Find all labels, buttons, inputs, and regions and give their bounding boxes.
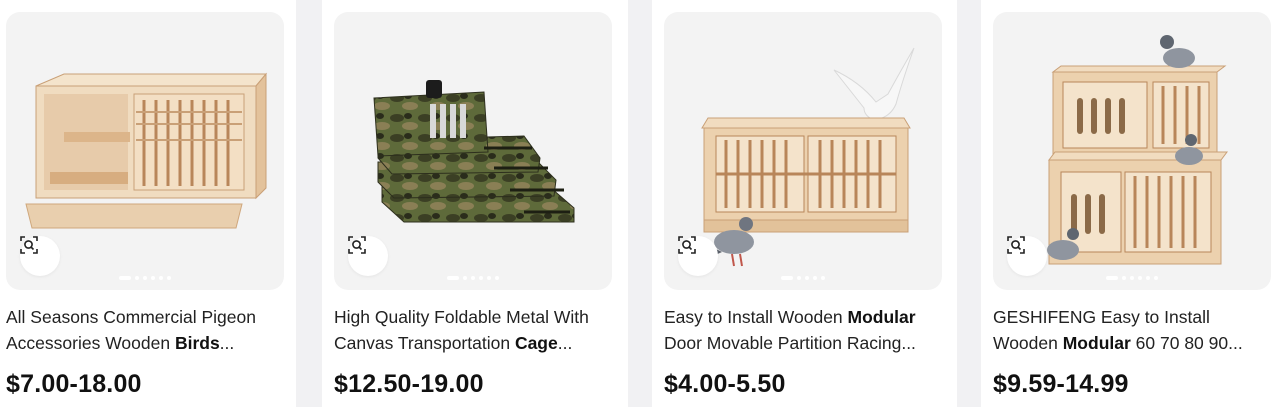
image-search-icon[interactable] bbox=[348, 236, 388, 276]
product-image[interactable] bbox=[664, 12, 942, 290]
product-price: $4.00-5.50 bbox=[664, 370, 786, 398]
product-title[interactable]: High Quality Foldable Metal With Canvas … bbox=[334, 304, 616, 356]
product-image[interactable] bbox=[6, 12, 284, 290]
product-card[interactable]: High Quality Foldable Metal With Canvas … bbox=[322, 0, 628, 407]
product-card[interactable]: GESHIFENG Easy to Install Wooden Modular… bbox=[981, 0, 1280, 407]
image-search-icon[interactable] bbox=[20, 236, 60, 276]
product-price: $9.59-14.99 bbox=[993, 370, 1129, 398]
product-grid: All Seasons Commercial Pigeon Accessorie… bbox=[0, 0, 1280, 407]
product-card[interactable]: Easy to Install Wooden Modular Door Mova… bbox=[652, 0, 957, 407]
product-title[interactable]: All Seasons Commercial Pigeon Accessorie… bbox=[6, 304, 288, 356]
carousel-indicator bbox=[1106, 276, 1158, 280]
product-price: $12.50-19.00 bbox=[334, 370, 484, 398]
carousel-indicator bbox=[781, 276, 825, 280]
carousel-indicator bbox=[119, 276, 171, 280]
product-title[interactable]: GESHIFENG Easy to Install Wooden Modular… bbox=[993, 304, 1275, 356]
carousel-indicator bbox=[447, 276, 499, 280]
image-search-icon[interactable] bbox=[1007, 236, 1047, 276]
product-price: $7.00-18.00 bbox=[6, 370, 142, 398]
product-image[interactable] bbox=[334, 12, 612, 290]
product-title[interactable]: Easy to Install Wooden Modular Door Mova… bbox=[664, 304, 946, 356]
product-image[interactable] bbox=[993, 12, 1271, 290]
product-card[interactable]: All Seasons Commercial Pigeon Accessorie… bbox=[0, 0, 296, 407]
image-search-icon[interactable] bbox=[678, 236, 718, 276]
